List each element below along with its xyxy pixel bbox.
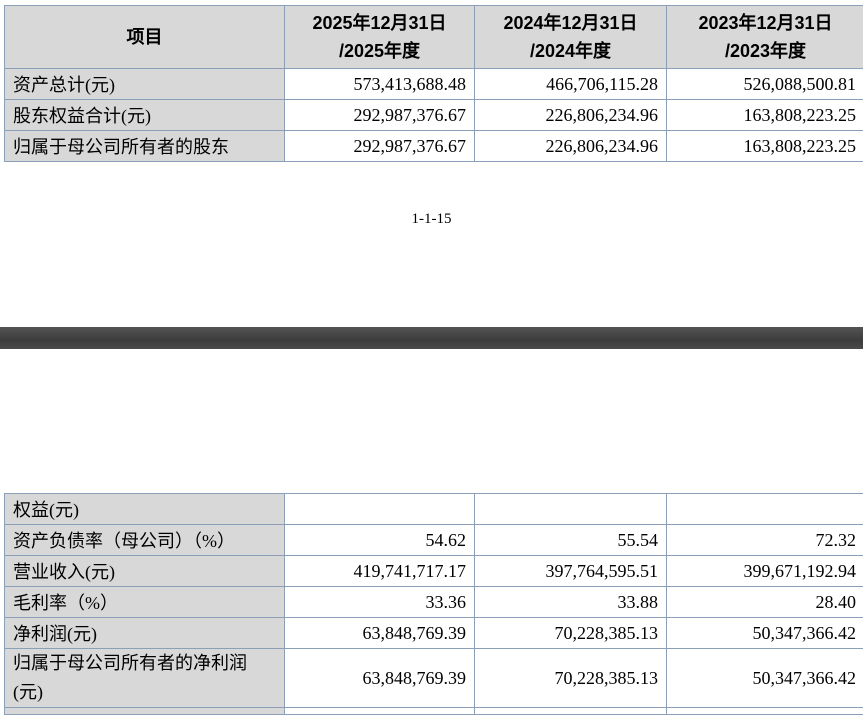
cell-value: 28.40 [666, 586, 863, 618]
row-label: 归属于母公司所有者的股东 [4, 130, 285, 162]
cell-value: 292,987,376.67 [284, 99, 475, 131]
row-label [4, 707, 285, 715]
cell-value [284, 707, 475, 715]
cell-value [666, 707, 863, 715]
table-row: 资产负债率（母公司）（%） 54.62 55.54 72.32 [4, 524, 863, 556]
row-label: 归属于母公司所有者的净利润(元) [4, 648, 285, 708]
cell-value: 54.62 [284, 524, 475, 556]
page-number: 1-1-15 [411, 211, 452, 227]
cell-value [474, 493, 667, 525]
cell-value: 466,706,115.28 [474, 68, 667, 100]
table-row: 资产总计(元) 573,413,688.48 466,706,115.28 52… [4, 68, 863, 100]
cell-value: 397,764,595.51 [474, 555, 667, 587]
cell-value [666, 493, 863, 525]
table-row: 股东权益合计(元) 292,987,376.67 226,806,234.96 … [4, 99, 863, 131]
header-item: 项目 [4, 5, 285, 69]
cell-value: 226,806,234.96 [474, 99, 667, 131]
row-label: 资产负债率（母公司）（%） [4, 524, 285, 556]
cell-value: 50,347,366.42 [666, 648, 863, 708]
table-row: 净利润(元) 63,848,769.39 70,228,385.13 50,34… [4, 617, 863, 649]
cell-value: 226,806,234.96 [474, 130, 667, 162]
cell-value [474, 707, 667, 715]
cell-value: 399,671,192.94 [666, 555, 863, 587]
cell-value: 573,413,688.48 [284, 68, 475, 100]
financial-table-bottom: 权益(元) 资产负债率（母公司）（%） 54.62 55.54 72.32 营业… [4, 493, 863, 715]
row-label: 股东权益合计(元) [4, 99, 285, 131]
cell-value: 70,228,385.13 [474, 617, 667, 649]
row-label: 净利润(元) [4, 617, 285, 649]
cell-value: 72.32 [666, 524, 863, 556]
financial-table-top: 项目 2025年12月31日/2025年度 2024年12月31日/2024年度… [4, 5, 863, 162]
table-row-partial [4, 707, 863, 715]
cell-value: 163,808,223.25 [666, 99, 863, 131]
row-label: 权益(元) [4, 493, 285, 525]
table-header-row: 项目 2025年12月31日/2025年度 2024年12月31日/2024年度… [4, 5, 863, 69]
table-row: 权益(元) [4, 493, 863, 525]
header-2024: 2024年12月31日/2024年度 [474, 5, 667, 69]
cell-value: 33.36 [284, 586, 475, 618]
cell-value: 163,808,223.25 [666, 130, 863, 162]
table-row: 营业收入(元) 419,741,717.17 397,764,595.51 39… [4, 555, 863, 587]
row-label: 毛利率（%） [4, 586, 285, 618]
cell-value: 50,347,366.42 [666, 617, 863, 649]
cell-value: 526,088,500.81 [666, 68, 863, 100]
cell-value: 33.88 [474, 586, 667, 618]
cell-value: 63,848,769.39 [284, 617, 475, 649]
row-label: 资产总计(元) [4, 68, 285, 100]
cell-value: 419,741,717.17 [284, 555, 475, 587]
cell-value [284, 493, 475, 525]
cell-value: 63,848,769.39 [284, 648, 475, 708]
page-separator [0, 327, 863, 349]
table-row: 毛利率（%） 33.36 33.88 28.40 [4, 586, 863, 618]
table-row: 归属于母公司所有者的股东 292,987,376.67 226,806,234.… [4, 130, 863, 162]
cell-value: 55.54 [474, 524, 667, 556]
header-2025: 2025年12月31日/2025年度 [284, 5, 475, 69]
cell-value: 292,987,376.67 [284, 130, 475, 162]
row-label: 营业收入(元) [4, 555, 285, 587]
table-row: 归属于母公司所有者的净利润(元) 63,848,769.39 70,228,38… [4, 648, 863, 708]
header-2023: 2023年12月31日/2023年度 [666, 5, 863, 69]
cell-value: 70,228,385.13 [474, 648, 667, 708]
